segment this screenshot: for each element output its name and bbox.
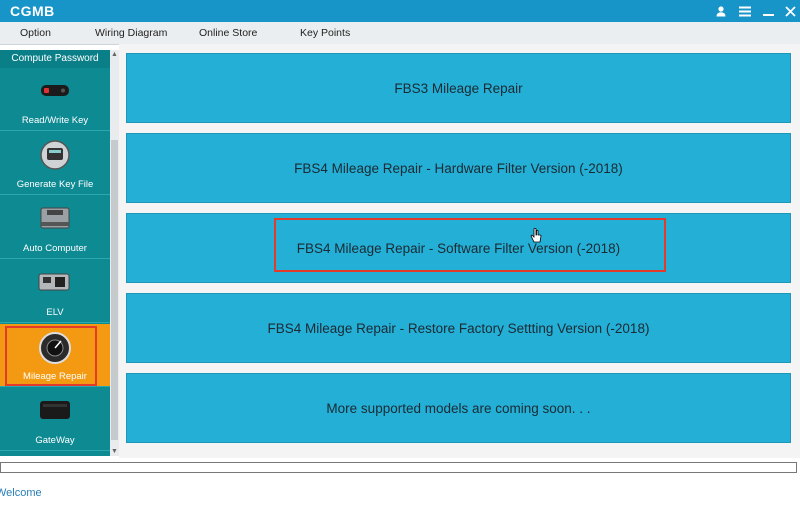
odometer-icon [35, 332, 75, 364]
sidebar-item-label: Mileage Repair [23, 371, 87, 382]
minimize-icon[interactable] [759, 2, 777, 20]
sidebar-item-compute-password[interactable]: Compute Password [0, 50, 110, 68]
option-label: FBS3 Mileage Repair [394, 80, 523, 96]
menu-bar: Option Wiring Diagram Online Store Key P… [0, 22, 800, 45]
sidebar-item-label: Read/Write Key [21, 115, 89, 126]
sidebar-scrollbar[interactable]: ▲ ▼ [110, 50, 119, 456]
sidebar-item-label: GateWay [35, 435, 75, 446]
elv-module-icon [35, 268, 75, 296]
user-icon[interactable] [712, 2, 730, 20]
close-icon[interactable] [781, 2, 799, 20]
function-list: FBS3 Mileage Repair FBS4 Mileage Repair … [119, 44, 800, 458]
option-label: FBS4 Mileage Repair - Restore Factory Se… [267, 320, 650, 336]
option-fbs3-mileage-repair[interactable]: FBS3 Mileage Repair [126, 53, 791, 123]
car-key-icon [35, 76, 75, 104]
scroll-up-icon[interactable]: ▲ [110, 50, 119, 59]
menu-online-store[interactable]: Online Store [199, 27, 257, 39]
sidebar: Compute Password Read/Write Key Generate… [0, 50, 110, 456]
sidebar-item-mileage-repair[interactable]: Mileage Repair [0, 324, 110, 387]
status-text: Welcome [0, 487, 42, 499]
menu-option[interactable]: Option [20, 27, 51, 39]
sidebar-item-label: Generate Key File [16, 179, 94, 190]
sidebar-item-read-write-key[interactable]: Read/Write Key [0, 68, 110, 131]
selection-highlight [274, 218, 666, 272]
sidebar-item-label: ELV [46, 307, 64, 318]
menu-key-points[interactable]: Key Points [300, 27, 350, 39]
sidebar-item-generate-key-file[interactable]: Generate Key File [0, 132, 110, 195]
hand-cursor-icon [530, 228, 542, 243]
menu-wiring-diagram[interactable]: Wiring Diagram [95, 27, 167, 39]
option-fbs4-hardware-filter[interactable]: FBS4 Mileage Repair - Hardware Filter Ve… [126, 133, 791, 203]
sidebar-item-elv[interactable]: ELV [0, 260, 110, 323]
progress-bar [0, 462, 797, 473]
hamburger-icon[interactable] [736, 2, 754, 20]
ecu-module-icon [35, 204, 75, 232]
gateway-module-icon [35, 396, 75, 424]
title-bar: CGMB [0, 0, 800, 22]
sidebar-item-gateway[interactable]: GateWay [0, 388, 110, 451]
option-fbs4-software-filter[interactable]: FBS4 Mileage Repair - Software Filter Ve… [126, 213, 791, 283]
option-fbs4-restore-factory[interactable]: FBS4 Mileage Repair - Restore Factory Se… [126, 293, 791, 363]
option-coming-soon[interactable]: More supported models are coming soon. .… [126, 373, 791, 443]
status-bar: Welcome [0, 476, 800, 506]
option-label: FBS4 Mileage Repair - Hardware Filter Ve… [294, 160, 623, 176]
option-label: More supported models are coming soon. .… [326, 400, 591, 416]
sidebar-item-auto-computer[interactable]: Auto Computer [0, 196, 110, 259]
key-programmer-icon [35, 140, 75, 170]
app-title: CGMB [10, 3, 55, 19]
sidebar-item-label: Auto Computer [23, 243, 87, 254]
scroll-down-icon[interactable]: ▼ [110, 447, 119, 456]
scroll-thumb[interactable] [111, 140, 118, 440]
